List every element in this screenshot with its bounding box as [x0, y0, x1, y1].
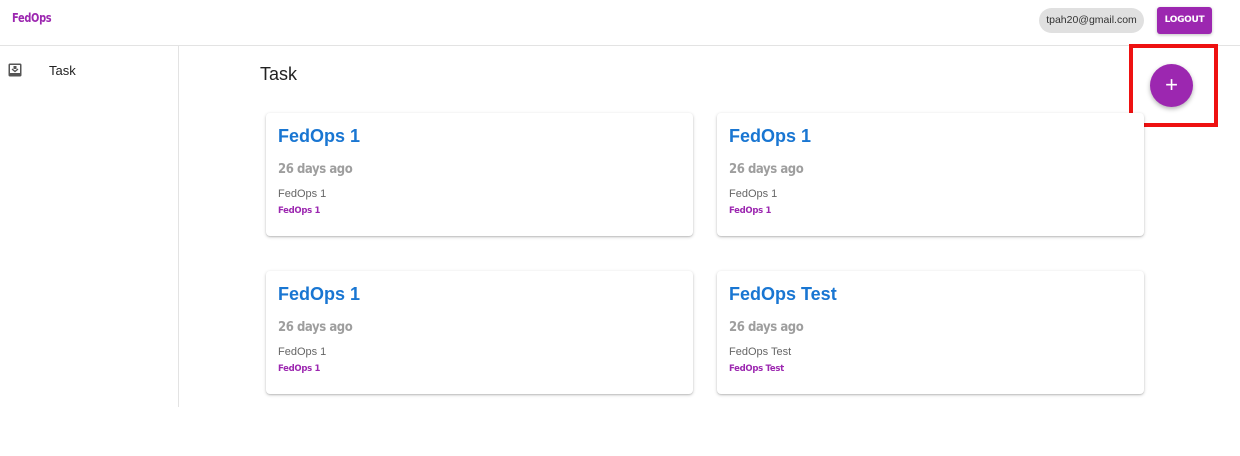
- task-description: FedOps 1: [278, 188, 327, 200]
- user-email-chip[interactable]: tpah20@gmail.com: [1039, 8, 1144, 33]
- task-age: 26 days ago: [278, 320, 353, 335]
- task-title[interactable]: FedOps 1: [278, 284, 360, 305]
- task-title[interactable]: FedOps Test: [729, 284, 837, 305]
- logout-button[interactable]: LOGOUT: [1157, 7, 1212, 34]
- task-age: 26 days ago: [729, 320, 804, 335]
- inbox-icon: [8, 63, 22, 77]
- task-age: 26 days ago: [278, 162, 353, 177]
- task-description: FedOps 1: [729, 188, 778, 200]
- task-tag[interactable]: FedOps 1: [729, 206, 771, 216]
- sidebar: Task: [0, 46, 179, 407]
- sidebar-item-label: Task: [49, 63, 76, 78]
- task-card[interactable]: FedOps 1 26 days ago FedOps 1 FedOps 1: [717, 113, 1144, 236]
- brand-logo[interactable]: FedOps: [12, 11, 52, 25]
- task-age: 26 days ago: [729, 162, 804, 177]
- task-card[interactable]: FedOps Test 26 days ago FedOps Test FedO…: [717, 271, 1144, 394]
- task-card[interactable]: FedOps 1 26 days ago FedOps 1 FedOps 1: [266, 271, 693, 394]
- task-tag[interactable]: FedOps 1: [278, 364, 320, 374]
- add-task-button[interactable]: +: [1150, 64, 1193, 107]
- task-title[interactable]: FedOps 1: [278, 126, 360, 147]
- plus-icon: +: [1165, 72, 1178, 97]
- top-app-bar: FedOps tpah20@gmail.com LOGOUT: [0, 0, 1240, 46]
- task-description: FedOps 1: [278, 346, 327, 358]
- task-tag[interactable]: FedOps Test: [729, 364, 784, 374]
- sidebar-item-task[interactable]: Task: [0, 56, 178, 84]
- task-card[interactable]: FedOps 1 26 days ago FedOps 1 FedOps 1: [266, 113, 693, 236]
- task-description: FedOps Test: [729, 346, 792, 358]
- page-title: Task: [260, 64, 298, 84]
- task-title[interactable]: FedOps 1: [729, 126, 811, 147]
- task-tag[interactable]: FedOps 1: [278, 206, 320, 216]
